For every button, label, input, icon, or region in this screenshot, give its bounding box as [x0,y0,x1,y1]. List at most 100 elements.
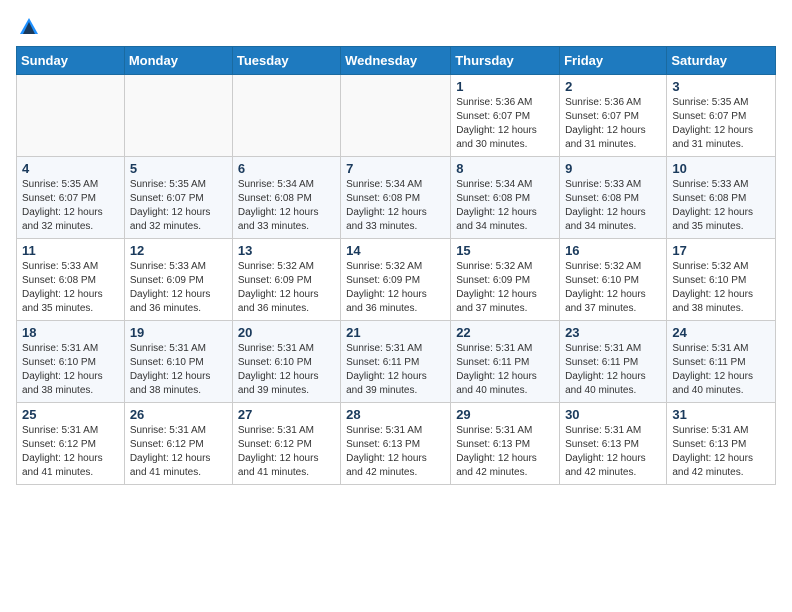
day-info: Sunrise: 5:31 AM Sunset: 6:12 PM Dayligh… [130,424,227,480]
logo [16,16,40,38]
calendar-week-row: 25 Sunrise: 5:31 AM Sunset: 6:12 PM Dayli… [17,403,776,485]
day-number: 8 [456,161,554,176]
day-info: Sunrise: 5:33 AM Sunset: 6:08 PM Dayligh… [22,260,119,316]
calendar-cell: 4 Sunrise: 5:35 AM Sunset: 6:07 PM Daylig… [17,157,125,239]
calendar-cell [124,75,232,157]
calendar-cell: 30Sunrise: 5:31 AM Sunset: 6:13 PM Dayli… [560,403,667,485]
calendar-header-tuesday: Tuesday [232,47,340,75]
day-number: 6 [238,161,335,176]
calendar-header-sunday: Sunday [17,47,125,75]
calendar-cell: 8 Sunrise: 5:34 AM Sunset: 6:08 PM Daylig… [451,157,560,239]
calendar-cell: 29 Sunrise: 5:31 AM Sunset: 6:13 PM Dayli… [451,403,560,485]
calendar-header-thursday: Thursday [451,47,560,75]
calendar-cell: 22 Sunrise: 5:31 AM Sunset: 6:11 PM Dayli… [451,321,560,403]
day-info: Sunrise: 5:31 AM Sunset: 6:13 PM Dayligh… [346,424,445,480]
day-number: 23 [565,325,661,340]
day-number: 1 [456,79,554,94]
day-number: 2 [565,79,661,94]
calendar-cell: 2 Sunrise: 5:36 AM Sunset: 6:07 PM Daylig… [560,75,667,157]
day-number: 27 [238,407,335,422]
day-info: Sunrise: 5:32 AM Sunset: 6:10 PM Dayligh… [565,260,661,316]
calendar-cell: 18 Sunrise: 5:31 AM Sunset: 6:10 PM Dayli… [17,321,125,403]
day-info: Sunrise: 5:31 AM Sunset: 6:11 PM Dayligh… [565,342,661,398]
day-number: 11 [22,243,119,258]
calendar-week-row: 4 Sunrise: 5:35 AM Sunset: 6:07 PM Daylig… [17,157,776,239]
calendar-cell: 28 Sunrise: 5:31 AM Sunset: 6:13 PM Dayli… [341,403,451,485]
day-number: 3 [672,79,770,94]
day-number: 31 [672,407,770,422]
calendar-week-row: 1 Sunrise: 5:36 AM Sunset: 6:07 PM Daylig… [17,75,776,157]
calendar-header-wednesday: Wednesday [341,47,451,75]
calendar-cell: 15Sunrise: 5:32 AM Sunset: 6:09 PM Dayli… [451,239,560,321]
calendar-cell: 16 Sunrise: 5:32 AM Sunset: 6:10 PM Dayli… [560,239,667,321]
calendar-cell: 14 Sunrise: 5:32 AM Sunset: 6:09 PM Dayli… [341,239,451,321]
day-info: Sunrise: 5:33 AM Sunset: 6:08 PM Dayligh… [672,178,770,234]
day-number: 5 [130,161,227,176]
calendar-week-row: 11 Sunrise: 5:33 AM Sunset: 6:08 PM Dayli… [17,239,776,321]
day-number: 4 [22,161,119,176]
calendar-cell: 21 Sunrise: 5:31 AM Sunset: 6:11 PM Dayli… [341,321,451,403]
day-number: 24 [672,325,770,340]
calendar-cell: 7Sunrise: 5:34 AM Sunset: 6:08 PM Daylig… [341,157,451,239]
day-info: Sunrise: 5:32 AM Sunset: 6:09 PM Dayligh… [346,260,445,316]
day-info: Sunrise: 5:35 AM Sunset: 6:07 PM Dayligh… [22,178,119,234]
calendar-cell: 9 Sunrise: 5:33 AM Sunset: 6:08 PM Daylig… [560,157,667,239]
day-number: 16 [565,243,661,258]
day-number: 13 [238,243,335,258]
day-info: Sunrise: 5:34 AM Sunset: 6:08 PM Dayligh… [456,178,554,234]
day-info: Sunrise: 5:32 AM Sunset: 6:09 PM Dayligh… [456,260,554,316]
day-info: Sunrise: 5:36 AM Sunset: 6:07 PM Dayligh… [565,96,661,152]
day-info: Sunrise: 5:31 AM Sunset: 6:13 PM Dayligh… [456,424,554,480]
calendar-header-saturday: Saturday [667,47,776,75]
day-number: 10 [672,161,770,176]
day-number: 20 [238,325,335,340]
day-info: Sunrise: 5:31 AM Sunset: 6:12 PM Dayligh… [238,424,335,480]
calendar-cell: 25 Sunrise: 5:31 AM Sunset: 6:12 PM Dayli… [17,403,125,485]
calendar-cell: 27 Sunrise: 5:31 AM Sunset: 6:12 PM Dayli… [232,403,340,485]
day-number: 28 [346,407,445,422]
calendar-cell: 17 Sunrise: 5:32 AM Sunset: 6:10 PM Dayli… [667,239,776,321]
calendar-cell: 12Sunrise: 5:33 AM Sunset: 6:09 PM Dayli… [124,239,232,321]
day-number: 25 [22,407,119,422]
day-number: 29 [456,407,554,422]
day-info: Sunrise: 5:33 AM Sunset: 6:08 PM Dayligh… [565,178,661,234]
day-info: Sunrise: 5:35 AM Sunset: 6:07 PM Dayligh… [130,178,227,234]
day-info: Sunrise: 5:31 AM Sunset: 6:13 PM Dayligh… [672,424,770,480]
calendar-cell: 6Sunrise: 5:34 AM Sunset: 6:08 PM Daylig… [232,157,340,239]
calendar-cell: 11 Sunrise: 5:33 AM Sunset: 6:08 PM Dayli… [17,239,125,321]
day-number: 21 [346,325,445,340]
day-number: 7 [346,161,445,176]
calendar-cell: 3Sunrise: 5:35 AM Sunset: 6:07 PM Daylig… [667,75,776,157]
day-info: Sunrise: 5:31 AM Sunset: 6:10 PM Dayligh… [238,342,335,398]
calendar-cell: 23 Sunrise: 5:31 AM Sunset: 6:11 PM Dayli… [560,321,667,403]
calendar-cell: 26 Sunrise: 5:31 AM Sunset: 6:12 PM Dayli… [124,403,232,485]
day-info: Sunrise: 5:31 AM Sunset: 6:12 PM Dayligh… [22,424,119,480]
day-info: Sunrise: 5:31 AM Sunset: 6:11 PM Dayligh… [456,342,554,398]
day-number: 9 [565,161,661,176]
page-header [16,16,776,38]
day-info: Sunrise: 5:31 AM Sunset: 6:10 PM Dayligh… [130,342,227,398]
day-number: 19 [130,325,227,340]
day-number: 22 [456,325,554,340]
calendar-cell: 1Sunrise: 5:36 AM Sunset: 6:07 PM Daylig… [451,75,560,157]
day-number: 12 [130,243,227,258]
calendar-cell: 10 Sunrise: 5:33 AM Sunset: 6:08 PM Dayli… [667,157,776,239]
calendar-table: SundayMondayTuesdayWednesdayThursdayFrid… [16,46,776,485]
day-number: 14 [346,243,445,258]
calendar-header-monday: Monday [124,47,232,75]
calendar-cell: 19 Sunrise: 5:31 AM Sunset: 6:10 PM Dayli… [124,321,232,403]
calendar-cell [17,75,125,157]
day-number: 18 [22,325,119,340]
calendar-cell: 20 Sunrise: 5:31 AM Sunset: 6:10 PM Dayli… [232,321,340,403]
day-info: Sunrise: 5:31 AM Sunset: 6:10 PM Dayligh… [22,342,119,398]
day-info: Sunrise: 5:32 AM Sunset: 6:09 PM Dayligh… [238,260,335,316]
calendar-header-row: SundayMondayTuesdayWednesdayThursdayFrid… [17,47,776,75]
day-info: Sunrise: 5:31 AM Sunset: 6:11 PM Dayligh… [672,342,770,398]
day-info: Sunrise: 5:31 AM Sunset: 6:11 PM Dayligh… [346,342,445,398]
day-number: 26 [130,407,227,422]
calendar-cell: 24 Sunrise: 5:31 AM Sunset: 6:11 PM Dayli… [667,321,776,403]
calendar-cell [341,75,451,157]
day-info: Sunrise: 5:32 AM Sunset: 6:10 PM Dayligh… [672,260,770,316]
logo-icon [18,16,40,38]
day-number: 17 [672,243,770,258]
